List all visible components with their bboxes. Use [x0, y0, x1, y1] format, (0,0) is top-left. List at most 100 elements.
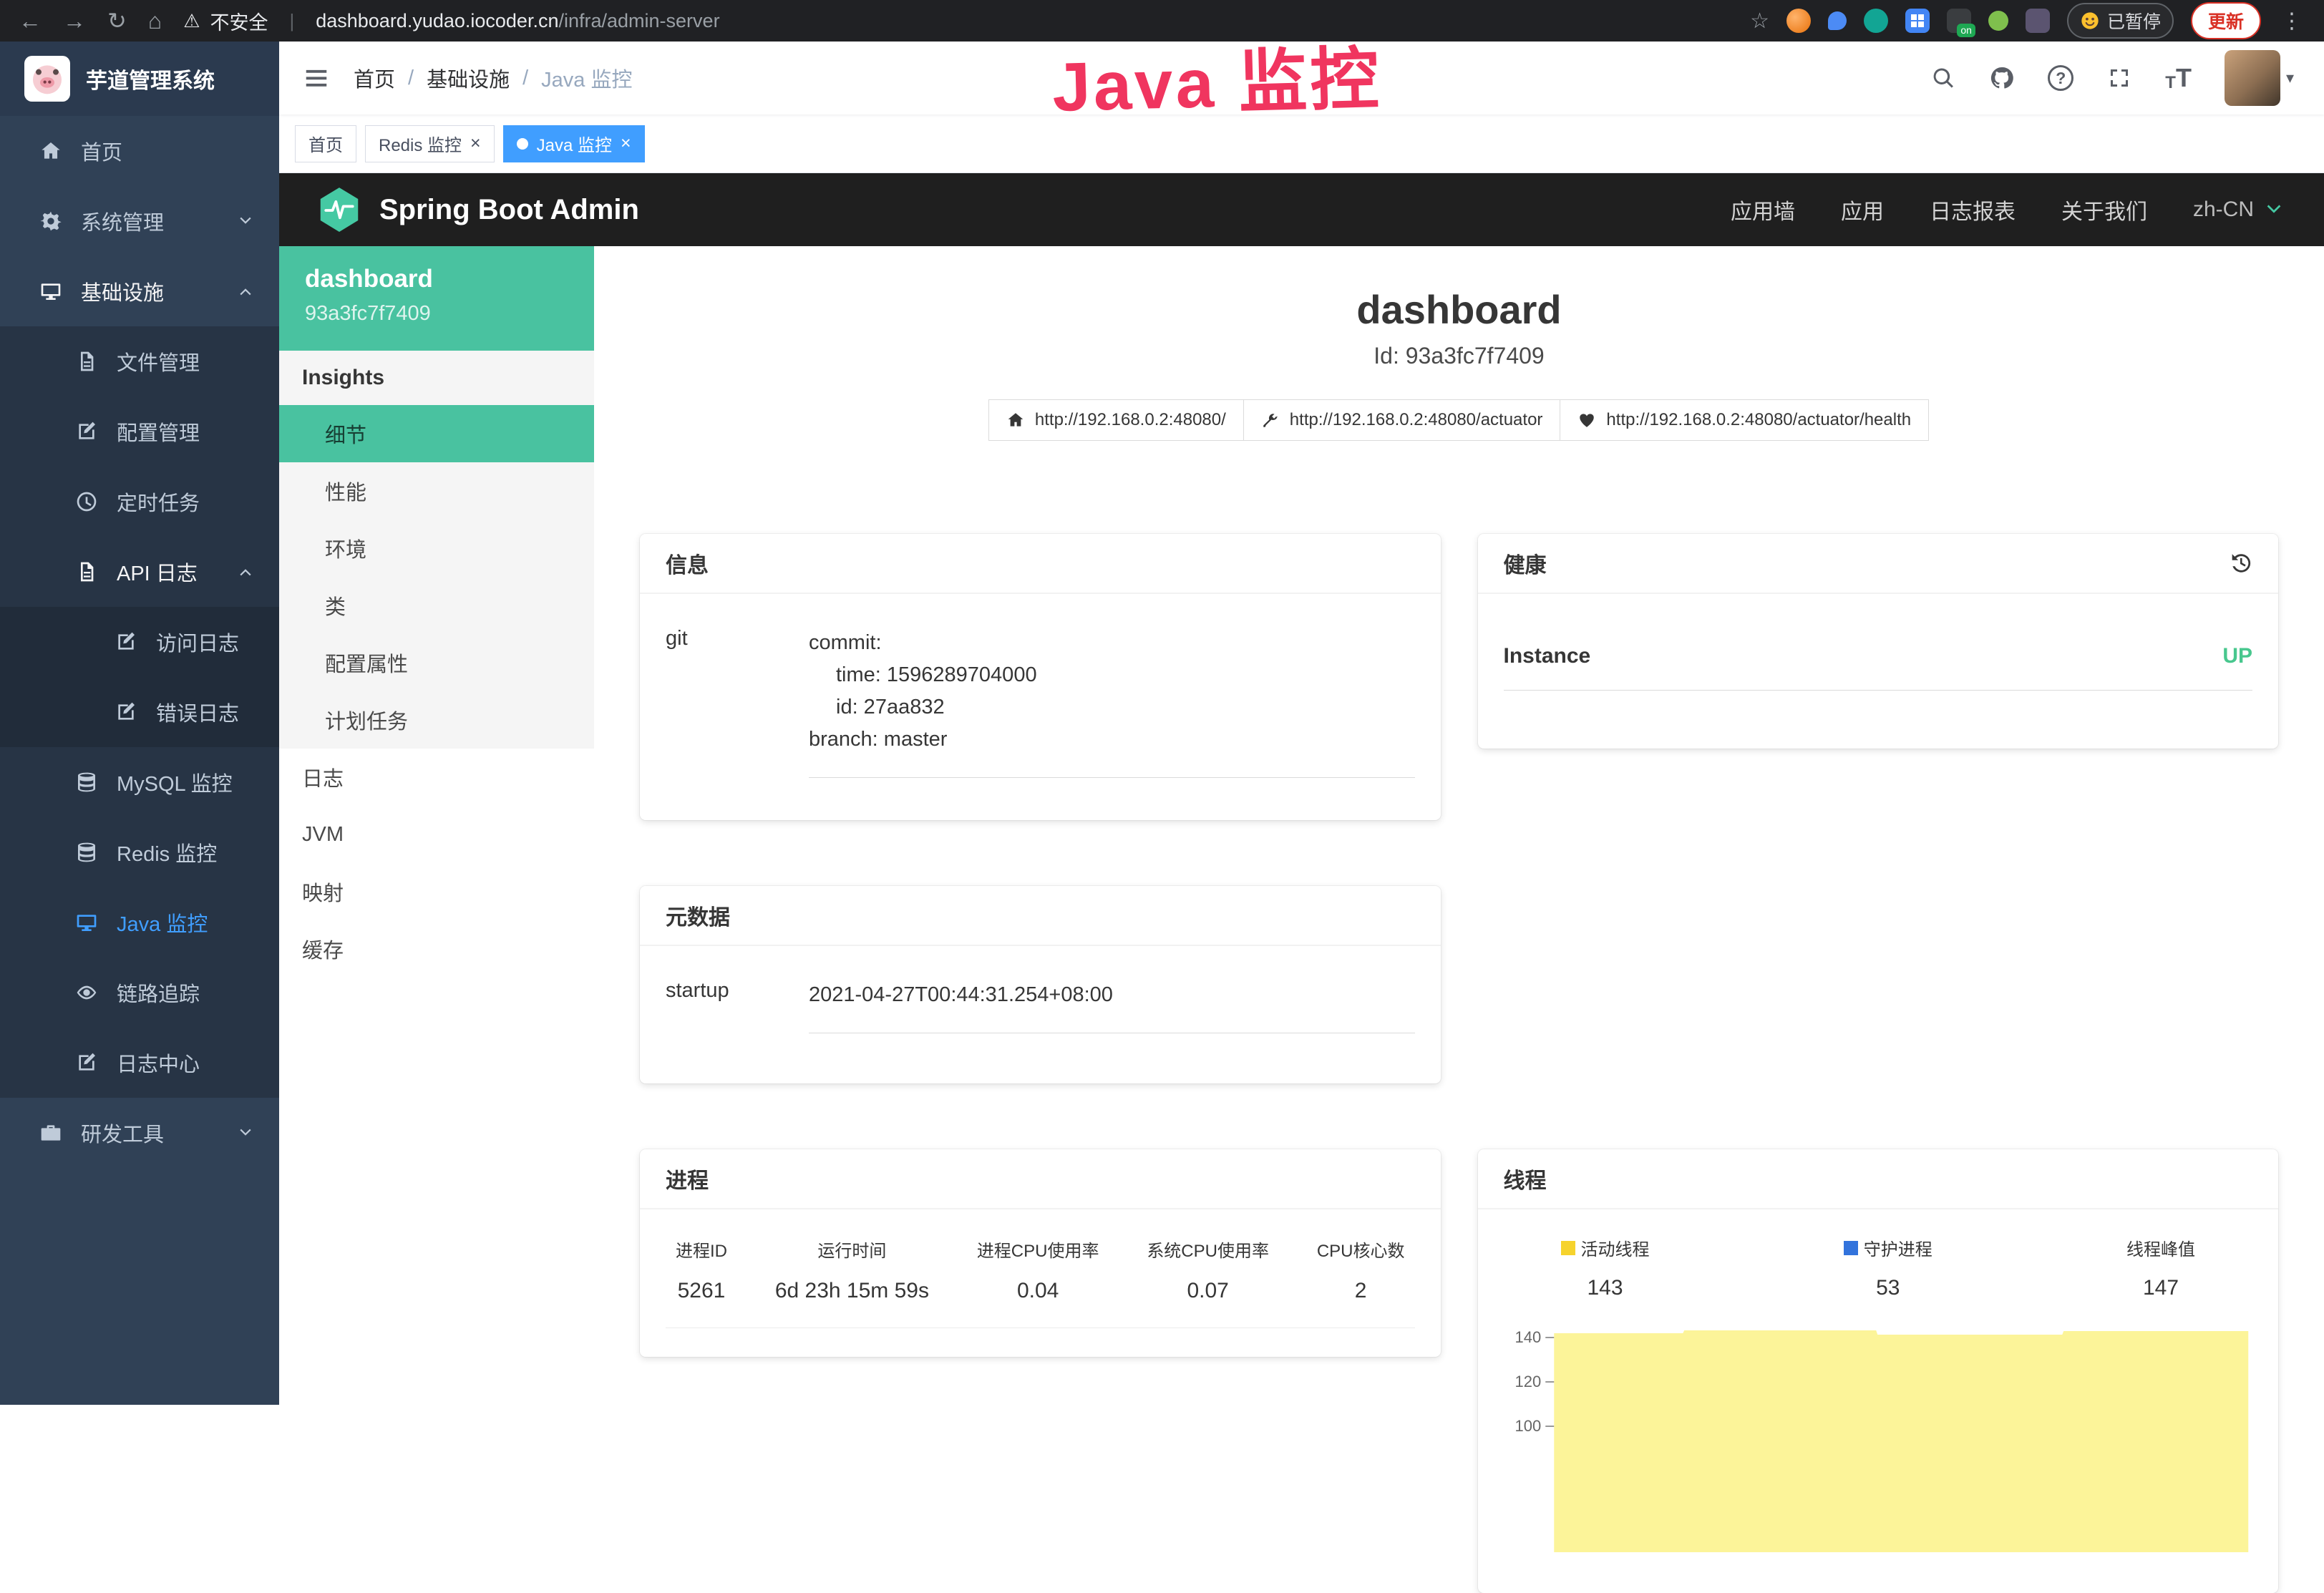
- font-size-icon[interactable]: TT: [2165, 63, 2192, 93]
- sidebar-item-dev-tools[interactable]: 研发工具: [0, 1098, 279, 1168]
- process-card-body: 进程ID 5261 运行时间 6d 23h 15m 59s 进程CPU使用率 0…: [640, 1209, 1441, 1357]
- close-icon[interactable]: ×: [621, 135, 631, 152]
- sba-nav-wallboard[interactable]: 应用墙: [1731, 194, 1795, 225]
- service-url-link[interactable]: http://192.168.0.2:48080/: [988, 399, 1244, 441]
- history-icon[interactable]: [2228, 551, 2252, 575]
- site-security-chip[interactable]: ⚠ 不安全: [183, 7, 268, 35]
- sba-main-content: dashboard Id: 93a3fc7f7409 http://192.16…: [594, 246, 2324, 1405]
- fullscreen-icon[interactable]: [2106, 65, 2132, 91]
- sba-item-details[interactable]: 细节: [279, 405, 594, 462]
- sidebar-item-infrastructure[interactable]: 基础设施: [0, 256, 279, 326]
- browser-home-icon[interactable]: ⌂: [148, 9, 162, 32]
- legend-swatch-blue: [1844, 1241, 1858, 1255]
- sidebar-item-config-management[interactable]: 配置管理: [0, 396, 279, 467]
- browser-forward-icon[interactable]: →: [63, 9, 86, 32]
- locale-selector[interactable]: zh-CN: [2193, 198, 2285, 222]
- sba-item-jvm[interactable]: JVM: [279, 806, 594, 863]
- sidebar-item-label: 定时任务: [117, 487, 200, 517]
- link-label: http://192.168.0.2:48080/actuator: [1290, 410, 1543, 430]
- extension-icon-3[interactable]: [1864, 9, 1888, 33]
- heart-icon: [1577, 411, 1596, 429]
- active-tab-dot: [517, 138, 528, 150]
- extension-icon-4[interactable]: [1905, 9, 1930, 33]
- sidebar-item-log-center[interactable]: 日志中心: [0, 1028, 279, 1098]
- actuator-url-link[interactable]: http://192.168.0.2:48080/actuator: [1243, 399, 1561, 441]
- metadata-card-body: startup 2021-04-27T00:44:31.254+08:00: [640, 946, 1441, 1062]
- sidebar-item-mysql-monitor[interactable]: MySQL 监控: [0, 747, 279, 817]
- sba-nav: 应用墙 应用 日志报表 关于我们 zh-CN: [1731, 194, 2285, 225]
- sba-item-classes[interactable]: 类: [279, 577, 594, 634]
- breadcrumb-current: Java 监控: [541, 63, 632, 93]
- sba-item-metrics[interactable]: 性能: [279, 462, 594, 520]
- app-logo[interactable]: 芋道管理系统: [0, 42, 279, 116]
- sidebar-item-scheduled-jobs[interactable]: 定时任务: [0, 467, 279, 537]
- sba-item-environment[interactable]: 环境: [279, 520, 594, 577]
- address-bar[interactable]: dashboard.yudao.iocoder.cn/infra/admin-s…: [316, 10, 719, 32]
- browser-menu-icon[interactable]: ⋮: [2278, 9, 2305, 34]
- sba-item-config-props[interactable]: 配置属性: [279, 634, 594, 691]
- tab-redis-monitor[interactable]: Redis 监控 ×: [365, 125, 495, 162]
- sidebar-item-java-monitor[interactable]: Java 监控: [0, 887, 279, 958]
- sidebar-item-label: 首页: [81, 136, 122, 166]
- sba-nav-about[interactable]: 关于我们: [2061, 194, 2147, 225]
- user-avatar[interactable]: ▾: [2225, 50, 2294, 106]
- browser-update-button[interactable]: 更新: [2191, 2, 2261, 39]
- bookmark-star-icon[interactable]: ☆: [1750, 9, 1769, 34]
- help-icon[interactable]: ?: [2048, 65, 2073, 91]
- paused-extension-badge[interactable]: 已暂停: [2067, 3, 2174, 39]
- app-header: 首页 / 基础设施 / Java 监控 ? TT ▾: [279, 42, 2324, 115]
- sidebar-item-api-logs[interactable]: API 日志: [0, 537, 279, 607]
- gear-icon: [39, 210, 62, 233]
- avatar: [2225, 50, 2280, 106]
- home-icon: [1006, 411, 1025, 429]
- sba-nav-journal[interactable]: 日志报表: [1930, 194, 2016, 225]
- database-icon: [75, 771, 98, 794]
- avatar-caret-icon: ▾: [2286, 69, 2294, 87]
- app-title: 芋道管理系统: [86, 63, 215, 94]
- file-icon: [75, 350, 98, 373]
- search-icon[interactable]: [1930, 65, 1956, 91]
- sba-nav-applications[interactable]: 应用: [1841, 194, 1884, 225]
- sidebar-menu: 首页 系统管理 基础设施 文件管理 配置管理 定时任务: [0, 116, 279, 1168]
- extension-icon-2[interactable]: [1828, 11, 1847, 30]
- hamburger-icon: [303, 64, 330, 92]
- sba-brand-title[interactable]: Spring Boot Admin: [379, 194, 639, 226]
- extension-icon-1[interactable]: [1786, 9, 1811, 33]
- close-icon[interactable]: ×: [470, 135, 481, 152]
- breadcrumb-home[interactable]: 首页: [354, 63, 395, 93]
- sidebar-item-system[interactable]: 系统管理: [0, 186, 279, 256]
- metadata-card: 元数据 startup 2021-04-27T00:44:31.254+08:0…: [640, 886, 1441, 1083]
- extension-icon-5[interactable]: on: [1947, 9, 1971, 33]
- tab-home[interactable]: 首页: [295, 125, 356, 162]
- sidebar-item-file-management[interactable]: 文件管理: [0, 326, 279, 396]
- eye-icon: [75, 981, 98, 1004]
- extension-icon-7[interactable]: [2026, 9, 2050, 33]
- sba-item-scheduled-tasks[interactable]: 计划任务: [279, 691, 594, 749]
- sba-item-caches[interactable]: 缓存: [279, 920, 594, 978]
- main-column: 首页 / 基础设施 / Java 监控 ? TT ▾ 首页 Redis 监控: [279, 42, 2324, 1405]
- sidebar-item-tracing[interactable]: 链路追踪: [0, 958, 279, 1028]
- sidebar-item-home[interactable]: 首页: [0, 116, 279, 186]
- stat-uptime: 运行时间 6d 23h 15m 59s: [775, 1237, 929, 1303]
- insights-section: Insights 细节 性能 环境 类 配置属性 计划任务: [279, 351, 594, 749]
- sidebar-item-redis-monitor[interactable]: Redis 监控: [0, 817, 279, 887]
- browser-back-icon[interactable]: ←: [19, 9, 42, 32]
- tab-java-monitor[interactable]: Java 监控 ×: [503, 125, 645, 162]
- github-icon[interactable]: [1989, 65, 2015, 91]
- info-line: branch: master: [809, 724, 1415, 756]
- sidebar-item-access-logs[interactable]: 访问日志: [0, 607, 279, 677]
- instance-header[interactable]: dashboard 93a3fc7f7409: [279, 246, 594, 351]
- sba-item-mappings[interactable]: 映射: [279, 863, 594, 920]
- browser-refresh-icon[interactable]: ↻: [107, 9, 127, 32]
- info-card: 信息 git commit: time: 1596289704000 id: 2…: [640, 534, 1441, 820]
- health-card-body: Instance UP: [1478, 594, 2279, 719]
- extension-icon-6[interactable]: [1988, 11, 2008, 31]
- chevron-down-icon: [236, 212, 255, 230]
- process-stats-row: 进程ID 5261 运行时间 6d 23h 15m 59s 进程CPU使用率 0…: [666, 1227, 1415, 1328]
- wrench-icon: [1261, 411, 1280, 429]
- health-url-link[interactable]: http://192.168.0.2:48080/actuator/health: [1560, 399, 1929, 441]
- sidebar-collapse-button[interactable]: [279, 42, 354, 115]
- sidebar-item-error-logs[interactable]: 错误日志: [0, 677, 279, 747]
- sba-item-loggers[interactable]: 日志: [279, 749, 594, 806]
- breadcrumb-infrastructure[interactable]: 基础设施: [427, 63, 510, 93]
